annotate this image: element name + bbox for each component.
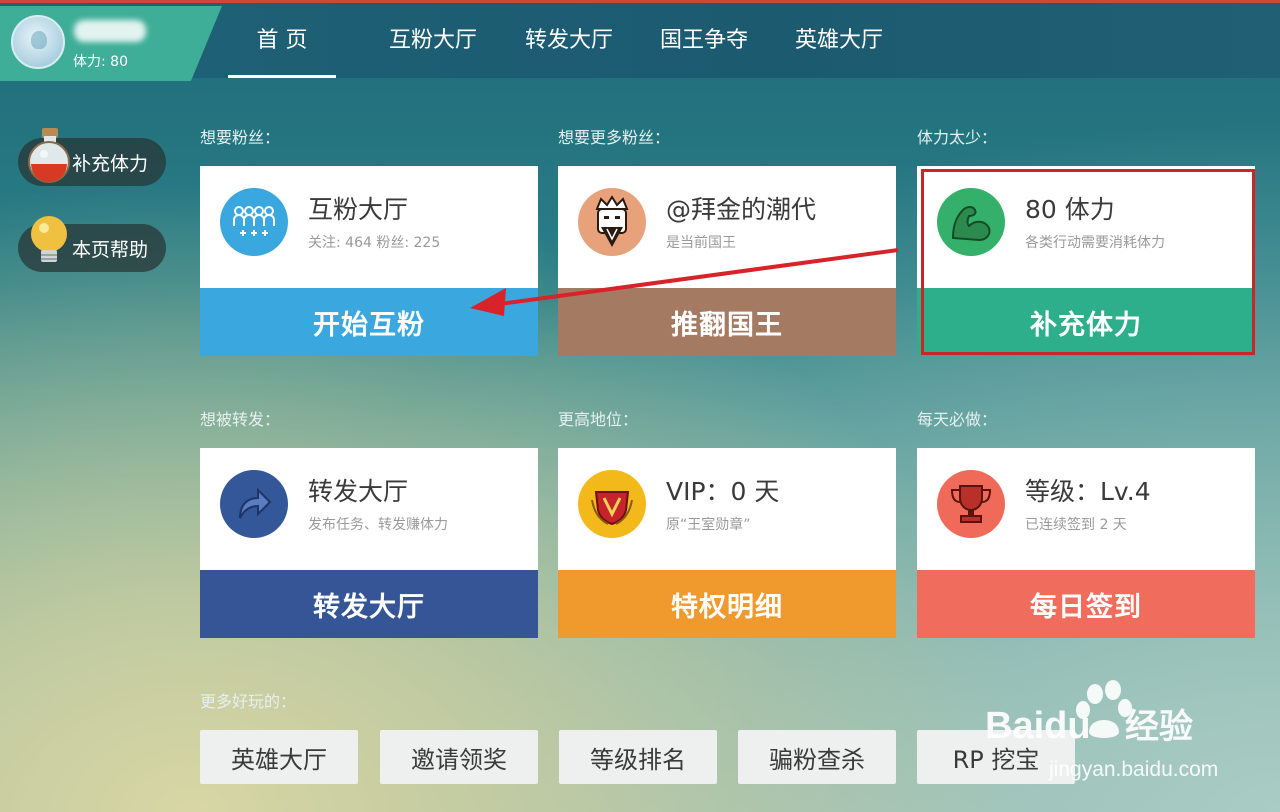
section-label: 想被转发： bbox=[200, 410, 281, 429]
card-subtitle: 原“王室勋章” bbox=[666, 517, 751, 533]
invite-reward-button[interactable]: 邀请领奖 bbox=[380, 730, 538, 784]
side-button-label: 补充体力 bbox=[72, 152, 149, 175]
level-ranking-button[interactable]: 等级排名 bbox=[559, 730, 717, 784]
lightbulb-icon bbox=[31, 216, 67, 262]
nav-fans-hall[interactable]: 互粉大厅 bbox=[388, 6, 478, 78]
daily-checkin-button[interactable]: 每日签到 bbox=[917, 570, 1255, 638]
privilege-details-button[interactable]: 特权明细 bbox=[558, 570, 896, 638]
vip-card: VIP：0 天 原“王室勋章” 特权明细 bbox=[558, 448, 896, 638]
section-label: 更高地位： bbox=[558, 410, 639, 429]
username-blurred bbox=[74, 20, 146, 42]
section-label: 每天必做： bbox=[917, 410, 998, 429]
card-header: 等级：Lv.4 已连续签到 2 天 bbox=[917, 448, 1255, 570]
fans-group-icon bbox=[220, 188, 288, 256]
stamina-indicator: 体力: 80 bbox=[73, 54, 128, 70]
top-bar: 体力: 80 首 页 互粉大厅 转发大厅 国王争夺 英雄大厅 bbox=[0, 0, 1280, 81]
share-arrow-icon bbox=[220, 470, 288, 538]
daily-checkin-card: 等级：Lv.4 已连续签到 2 天 每日签到 bbox=[917, 448, 1255, 638]
main-nav: 首 页 互粉大厅 转发大厅 国王争夺 英雄大厅 bbox=[228, 6, 884, 81]
red-arrow-annotation bbox=[470, 248, 899, 316]
page-help-side-button[interactable]: 本页帮助 bbox=[18, 216, 166, 272]
card-title: 互粉大厅 bbox=[308, 195, 409, 224]
user-panel: 体力: 80 bbox=[0, 6, 222, 81]
card-title: 转发大厅 bbox=[308, 477, 409, 506]
nav-king-contest[interactable]: 国王争夺 bbox=[659, 6, 749, 78]
card-header: VIP：0 天 原“王室勋章” bbox=[558, 448, 896, 570]
card-subtitle: 已连续签到 2 天 bbox=[1025, 517, 1127, 533]
nav-repost-hall[interactable]: 转发大厅 bbox=[524, 6, 614, 78]
card-subtitle: 发布任务、转发赚体力 bbox=[308, 517, 448, 533]
watermark-url: jingyan.baidu.com bbox=[1048, 758, 1218, 781]
repost-hall-card: 转发大厅 发布任务、转发赚体力 转发大厅 bbox=[200, 448, 538, 638]
side-button-label: 本页帮助 bbox=[72, 238, 149, 261]
card-title: @拜金的潮代 bbox=[666, 195, 817, 224]
potion-icon bbox=[28, 128, 70, 183]
more-section-label: 更多好玩的： bbox=[200, 692, 297, 711]
card-title: VIP：0 天 bbox=[666, 477, 780, 506]
refill-stamina-side-button[interactable]: 补充体力 bbox=[18, 128, 166, 186]
card-subtitle: 关注: 464 粉丝: 225 bbox=[308, 235, 441, 251]
watermark-brand: Baidu bbox=[985, 705, 1091, 747]
trophy-icon bbox=[937, 470, 1005, 538]
section-label: 想要更多粉丝： bbox=[558, 128, 671, 147]
avatar[interactable] bbox=[11, 15, 65, 69]
watermark-cn: 经验 bbox=[1125, 707, 1193, 747]
repost-hall-button[interactable]: 转发大厅 bbox=[200, 570, 538, 638]
card-header: 转发大厅 发布任务、转发赚体力 bbox=[200, 448, 538, 570]
vip-shield-icon bbox=[578, 470, 646, 538]
section-label: 体力太少： bbox=[917, 128, 998, 147]
nav-hero-hall[interactable]: 英雄大厅 bbox=[794, 6, 884, 78]
section-label: 想要粉丝： bbox=[200, 128, 281, 147]
card-title: 等级：Lv.4 bbox=[1025, 477, 1151, 506]
nav-home[interactable]: 首 页 bbox=[228, 6, 336, 78]
hero-hall-button[interactable]: 英雄大厅 bbox=[200, 730, 358, 784]
highlight-box bbox=[921, 169, 1255, 355]
fake-fan-check-button[interactable]: 骗粉查杀 bbox=[738, 730, 896, 784]
baidu-watermark: Baidu 经验 jingyan.baidu.com bbox=[985, 680, 1218, 781]
